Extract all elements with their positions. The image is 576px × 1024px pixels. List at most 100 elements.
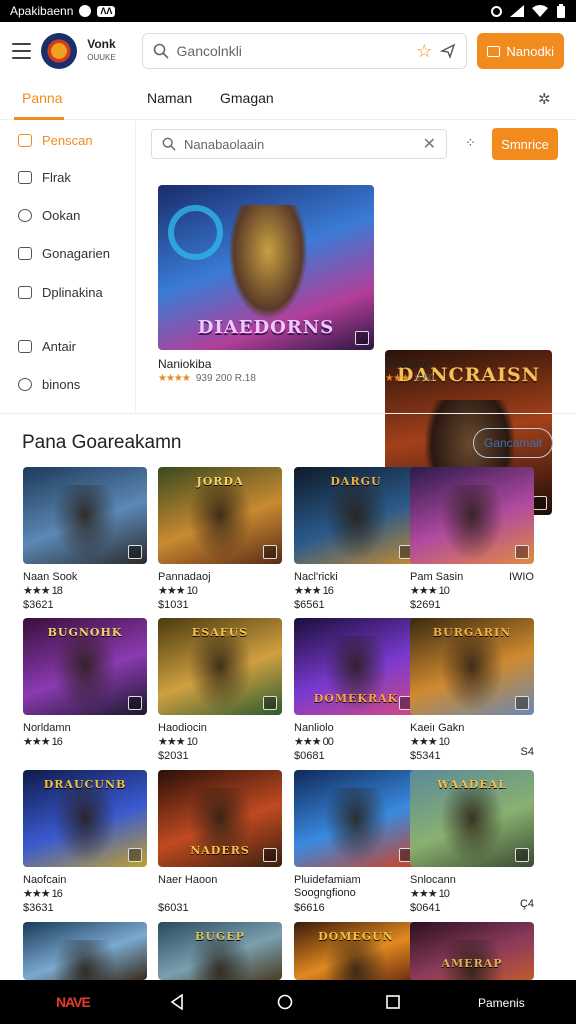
- game-tile-art[interactable]: DRAUCUNB: [23, 770, 147, 867]
- rating-meta: 9,60: [414, 373, 435, 384]
- filter-input[interactable]: Nanabaolaain ✕: [151, 129, 447, 159]
- rating-stars: ★★★ 10: [410, 585, 450, 597]
- home-icon[interactable]: [277, 994, 293, 1010]
- recents-icon[interactable]: [386, 995, 400, 1009]
- expand-icon[interactable]: [263, 848, 277, 862]
- tab-panna[interactable]: Panna: [22, 90, 62, 106]
- sidebar-item-flrak[interactable]: Flrak: [18, 170, 71, 185]
- star-icon[interactable]: ☆: [416, 41, 432, 62]
- search-icon: [153, 43, 169, 59]
- game-tile-title[interactable]: Haodiocin: [158, 722, 282, 735]
- character-art: [188, 636, 252, 712]
- expand-icon[interactable]: [355, 331, 369, 345]
- search-input[interactable]: Gancolnkli ☆: [141, 33, 468, 69]
- game-tile-art[interactable]: AMERAP: [410, 922, 534, 980]
- game-tile-title[interactable]: Pannadaoj: [158, 571, 282, 584]
- character-art: [188, 940, 252, 980]
- tab-bar: Panna Naman Gmagan ✲: [0, 80, 576, 120]
- game-tile-art[interactable]: DARGU: [294, 467, 418, 564]
- game-tile-art[interactable]: BURGARIN: [410, 618, 534, 715]
- art-title: DARGU: [330, 475, 382, 488]
- sidebar-item-penscan[interactable]: Penscan: [18, 133, 93, 148]
- see-all-button[interactable]: Gancamait: [473, 428, 553, 458]
- game-tile-price: $3621: [23, 599, 54, 611]
- game-tile-art[interactable]: BUGNOHK: [23, 618, 147, 715]
- game-tile-art[interactable]: JORDA: [158, 467, 282, 564]
- featured-card-1-title[interactable]: Naniokiba: [158, 357, 211, 371]
- divider: [0, 413, 576, 414]
- image-icon: [18, 171, 32, 184]
- expand-icon[interactable]: [128, 848, 142, 862]
- game-tile-art[interactable]: [294, 770, 418, 867]
- featured-card-2-meta: ★★★ 9,60: [385, 373, 434, 384]
- nav-left-label[interactable]: NAVE: [56, 994, 91, 1010]
- brand: Vonk OUUKE: [87, 38, 129, 64]
- expand-icon[interactable]: [128, 545, 142, 559]
- tab-naman[interactable]: Naman: [147, 90, 192, 106]
- game-tile-art[interactable]: [23, 467, 147, 564]
- expand-icon[interactable]: [263, 696, 277, 710]
- header-action-button[interactable]: Nanodki: [477, 33, 564, 69]
- game-tile-price: $3631: [23, 902, 54, 914]
- game-tile-art[interactable]: DOMEKRAK: [294, 618, 418, 715]
- search-icon: [162, 137, 176, 151]
- game-tile-price: $0681: [294, 750, 325, 762]
- game-tile-title[interactable]: Nanliolo: [294, 722, 418, 735]
- game-tile-art[interactable]: WAADEAL: [410, 770, 534, 867]
- game-tile-art[interactable]: ESAFUS: [158, 618, 282, 715]
- menu-icon[interactable]: [12, 43, 32, 59]
- featured-panel: Nanabaolaain ✕ ⁘ Smnrice DIAEDORNS Nanio…: [137, 121, 576, 515]
- expand-icon[interactable]: [515, 545, 529, 559]
- app-bar: Vonk OUUKE Gancolnkli ☆ Nanodki: [0, 22, 576, 80]
- sidebar-item-dplinakina[interactable]: Dplinakina: [18, 285, 103, 300]
- featured-card-2-title[interactable]: Kaeakoh: [385, 357, 432, 371]
- badge-icon: ΛΛ: [97, 5, 116, 17]
- brand-name: Vonk: [87, 37, 116, 51]
- game-tile-title[interactable]: Pluidefamiam Soogngfiono: [294, 874, 418, 900]
- status-app-name: Apakibaenn: [10, 4, 74, 18]
- character-art: [53, 485, 117, 561]
- game-tile-price: $2691: [410, 599, 441, 611]
- tab-gmagan[interactable]: Gmagan: [220, 90, 274, 106]
- expand-icon[interactable]: [263, 545, 277, 559]
- featured-card-1-meta: ★★★★ 939 200 R.18: [158, 373, 256, 384]
- settings-icon[interactable]: ✲: [538, 90, 551, 108]
- character-art: [324, 940, 388, 980]
- sidebar-item-binons[interactable]: binons: [18, 377, 80, 392]
- back-icon[interactable]: [170, 994, 184, 1010]
- game-tile-title[interactable]: Kaeiı Gakn: [410, 722, 534, 735]
- game-tile-art[interactable]: BUGEP: [158, 922, 282, 980]
- sidebar-item-ookan[interactable]: Ookan: [18, 208, 80, 223]
- expand-icon[interactable]: [515, 696, 529, 710]
- sidebar-item-label: Ookan: [42, 208, 81, 223]
- game-tile-art[interactable]: DOMEGUN: [294, 922, 418, 980]
- game-tile-title[interactable]: Nacl'ricki: [294, 571, 418, 584]
- sidebar-item-antair[interactable]: Antair: [18, 339, 76, 354]
- expand-icon[interactable]: [533, 496, 547, 510]
- section-title: Pana Goareakamn: [22, 432, 182, 453]
- share-icon[interactable]: [440, 43, 456, 59]
- game-tile-title[interactable]: Snlocann: [410, 874, 534, 887]
- nav-right-label[interactable]: Pamenis: [478, 996, 525, 1010]
- game-tile-art[interactable]: [410, 467, 534, 564]
- circle-icon: [18, 209, 32, 222]
- game-tile-title[interactable]: Naer Haoon: [158, 874, 282, 887]
- expand-icon[interactable]: [515, 848, 529, 862]
- game-tile-title[interactable]: Naofcain: [23, 874, 147, 887]
- signal-icon: [510, 5, 524, 17]
- sidebar-item-gonagarien[interactable]: Gonagarien: [18, 246, 110, 261]
- brand-subtitle: OUUKE: [87, 53, 116, 62]
- clear-icon[interactable]: ✕: [423, 134, 436, 154]
- globe-icon: [18, 378, 32, 391]
- game-tile-art[interactable]: NADERS: [158, 770, 282, 867]
- rating-stars: ★★★ 16: [294, 585, 334, 597]
- cart-icon: [487, 45, 501, 57]
- featured-card-1-art[interactable]: DIAEDORNS: [158, 185, 374, 350]
- filter-options-icon[interactable]: ⁘: [465, 135, 476, 151]
- expand-icon[interactable]: [128, 696, 142, 710]
- game-tile-title[interactable]: Norldamn: [23, 722, 147, 735]
- game-tile-art[interactable]: [23, 922, 147, 980]
- game-tile-title[interactable]: Naan Sook: [23, 571, 147, 584]
- filter-button[interactable]: Smnrice: [492, 128, 558, 160]
- character-art: [188, 485, 252, 561]
